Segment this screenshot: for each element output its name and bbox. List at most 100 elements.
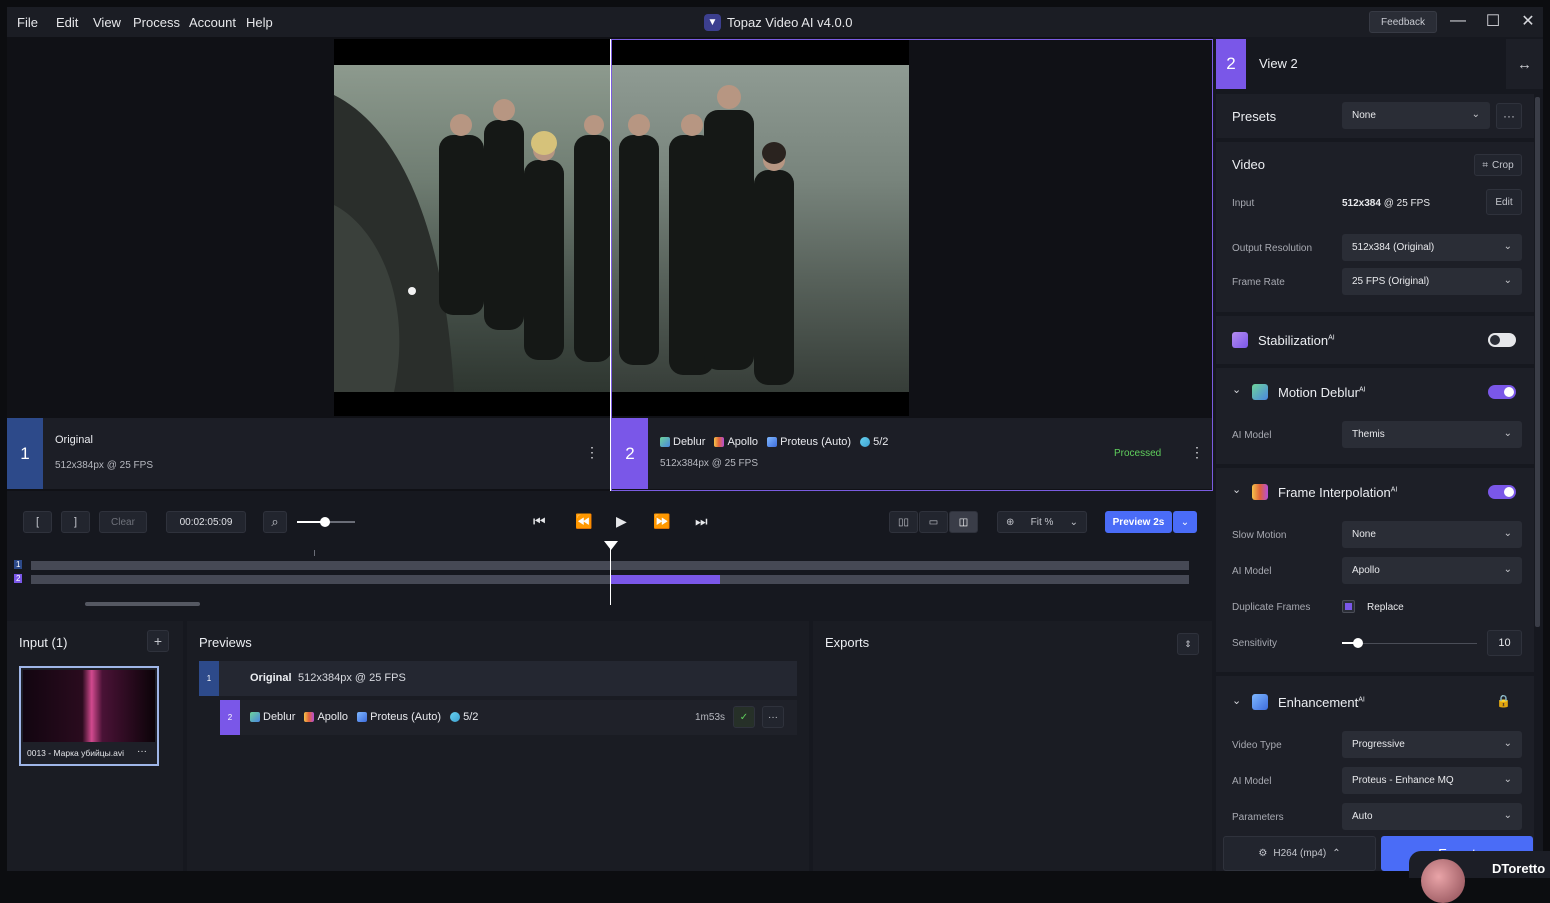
sensitivity-value[interactable]: 10	[1487, 630, 1522, 656]
timeline-scrollbar[interactable]	[85, 602, 200, 606]
video-frame[interactable]	[334, 39, 909, 416]
menu-account[interactable]: Account	[189, 15, 236, 30]
preview-viewer: 1 Original 512x384px @ 25 FPS ⋮ 2 Deblur…	[7, 37, 1213, 491]
mark-in-button[interactable]: [	[23, 511, 52, 533]
mark-out-button[interactable]: ]	[61, 511, 90, 533]
frame-rate-select[interactable]: 25 FPS (Original) ⌄	[1342, 268, 1522, 295]
proteus-icon	[357, 712, 368, 722]
settings-panel: 2 View 2 ↔ Presets None ⌄ ··· Video ⌗ Crop…	[1216, 37, 1543, 871]
settings-scrollbar[interactable]	[1535, 97, 1540, 627]
side-by-side-view-icon[interactable]: ▯▯	[889, 511, 918, 533]
slow-motion-select[interactable]: None ⌄	[1342, 521, 1522, 548]
menu-help[interactable]: Help	[246, 15, 273, 30]
view-1-name: Original	[55, 434, 93, 446]
close-icon[interactable]: ✕	[1518, 11, 1538, 31]
view-1-meta: 512x384px @ 25 FPS	[55, 460, 153, 471]
view-2-info[interactable]: 2 Deblur Apollo Proteus (Auto) 5/2 512x3…	[612, 418, 1213, 489]
presets-select[interactable]: None ⌄	[1342, 102, 1490, 129]
video-type-select[interactable]: Progressive ⌄	[1342, 731, 1522, 758]
input-fps: @ 25 FPS	[1383, 198, 1430, 209]
duplicate-frames-label: Duplicate Frames	[1232, 602, 1311, 613]
frame-interpolation-icon	[1252, 484, 1268, 500]
edit-input-button[interactable]: Edit	[1486, 189, 1522, 215]
output-resolution-select[interactable]: 512x384 (Original) ⌄	[1342, 234, 1522, 261]
stabilization-toggle[interactable]	[1488, 333, 1516, 347]
enhancement-collapse-icon[interactable]: ⌄	[1232, 694, 1241, 707]
user-badge[interactable]: DToretto	[1409, 851, 1550, 903]
presets-label: Presets	[1232, 109, 1277, 124]
chevron-down-icon: ⌄	[1503, 428, 1512, 439]
play-icon[interactable]: ▶	[616, 513, 627, 530]
zoom-fit-select[interactable]: ⊕ Fit % ⌄	[997, 511, 1087, 533]
lock-icon[interactable]: 🔒	[1496, 694, 1511, 708]
title-bar: File Edit View Process Account Help ▼ Top…	[7, 7, 1543, 37]
motion-deblur-collapse-icon[interactable]: ⌄	[1232, 383, 1241, 396]
split-divider[interactable]	[610, 39, 612, 491]
step-forward-icon[interactable]: ⏩	[653, 513, 670, 530]
timecode-field[interactable]: 00:02:05:09	[166, 511, 246, 533]
swap-view-icon[interactable]: ↔	[1506, 39, 1543, 89]
exports-panel: Exports ⇕	[813, 621, 1212, 871]
preset-value: None	[1352, 110, 1376, 121]
motion-deblur-model-select[interactable]: Themis ⌄	[1342, 421, 1522, 448]
view-1-more-icon[interactable]: ⋮	[585, 444, 599, 461]
menu-process[interactable]: Process	[133, 15, 180, 30]
preview-done-check-icon[interactable]: ✓	[733, 706, 755, 728]
previews-title: Previews	[199, 635, 252, 650]
sensitivity-slider[interactable]	[1342, 638, 1477, 648]
preview-row-more-button[interactable]: ···	[762, 706, 784, 728]
preview-button[interactable]: Preview 2s	[1105, 511, 1172, 533]
preview-row-1-meta: 512x384px @ 25 FPS	[298, 672, 406, 684]
replace-checkbox[interactable]	[1342, 600, 1355, 613]
preview-row-2[interactable]: 2 Deblur Apollo Proteus (Auto) 5/2 1m53s…	[220, 700, 797, 735]
single-view-icon[interactable]: ▭	[919, 511, 948, 533]
preview-dropdown-icon[interactable]: ⌄	[1173, 511, 1197, 533]
skip-end-icon[interactable]: ⏭	[695, 513, 708, 530]
input-more-icon[interactable]: ···	[137, 746, 147, 757]
frame-interpolation-collapse-icon[interactable]: ⌄	[1232, 483, 1241, 496]
row-2-ratio: 5/2	[463, 711, 479, 723]
chevron-down-icon: ⌄	[1503, 564, 1512, 575]
motion-deblur-toggle[interactable]	[1488, 385, 1516, 399]
menu-edit[interactable]: Edit	[56, 15, 78, 30]
minimize-icon[interactable]: —	[1448, 12, 1468, 30]
menu-view[interactable]: View	[93, 15, 121, 30]
ratio-icon	[860, 437, 871, 447]
ai-badge: AI	[1358, 696, 1365, 704]
video-section: Video ⌗ Crop Input 512x384 @ 25 FPS Edit …	[1216, 142, 1534, 312]
view-2-more-icon[interactable]: ⋮	[1190, 444, 1204, 461]
video-label: Video	[1232, 157, 1266, 172]
motion-deblur-text: Motion Deblur	[1278, 385, 1359, 400]
enhancement-icon	[1252, 694, 1268, 710]
exports-sort-icon[interactable]: ⇕	[1177, 633, 1199, 655]
split-view-icon[interactable]: ◫	[949, 511, 978, 533]
preview-row-1[interactable]: 1 Original 512x384px @ 25 FPS	[199, 661, 797, 696]
enhancement-model-select[interactable]: Proteus - Enhance MQ ⌄	[1342, 767, 1522, 794]
add-input-button[interactable]: +	[147, 630, 169, 652]
feedback-button[interactable]: Feedback	[1369, 11, 1437, 33]
chevron-down-icon: ⌄	[1503, 810, 1512, 821]
step-back-icon[interactable]: ⏪	[575, 513, 592, 530]
skip-start-icon[interactable]: ⏮	[533, 513, 546, 530]
crop-button[interactable]: ⌗ Crop	[1474, 154, 1522, 176]
clear-button[interactable]: Clear	[99, 511, 147, 533]
codec-select[interactable]: ⚙ H264 (mp4) ⌃	[1223, 836, 1376, 871]
menu-file[interactable]: File	[17, 15, 38, 30]
zoom-icon[interactable]: ⌕	[263, 511, 287, 533]
view-1-info[interactable]: 1 Original 512x384px @ 25 FPS ⋮	[7, 418, 610, 489]
input-thumbnail[interactable]: 0013 - Марка убийцы.avi ···	[19, 666, 159, 766]
presets-more-button[interactable]: ···	[1496, 103, 1522, 129]
playhead-handle-icon[interactable]	[604, 541, 618, 550]
replace-label: Replace	[1367, 602, 1404, 613]
parameters-select[interactable]: Auto ⌄	[1342, 803, 1522, 830]
maximize-icon[interactable]: ☐	[1483, 11, 1503, 31]
zoom-slider[interactable]	[297, 517, 355, 527]
interpolation-model-select[interactable]: Apollo ⌄	[1342, 557, 1522, 584]
video-type-value: Progressive	[1352, 739, 1405, 750]
frame-interpolation-toggle[interactable]	[1488, 485, 1516, 499]
frame-interpolation-section: ⌄ Frame InterpolationAI Slow Motion None…	[1216, 468, 1534, 672]
crop-icon: ⌗	[1482, 159, 1488, 171]
view-2-deblur: Deblur	[673, 436, 706, 448]
input-panel: Input (1) + 0013 - Марка убийцы.avi ···	[7, 621, 183, 871]
playhead[interactable]	[610, 545, 611, 605]
